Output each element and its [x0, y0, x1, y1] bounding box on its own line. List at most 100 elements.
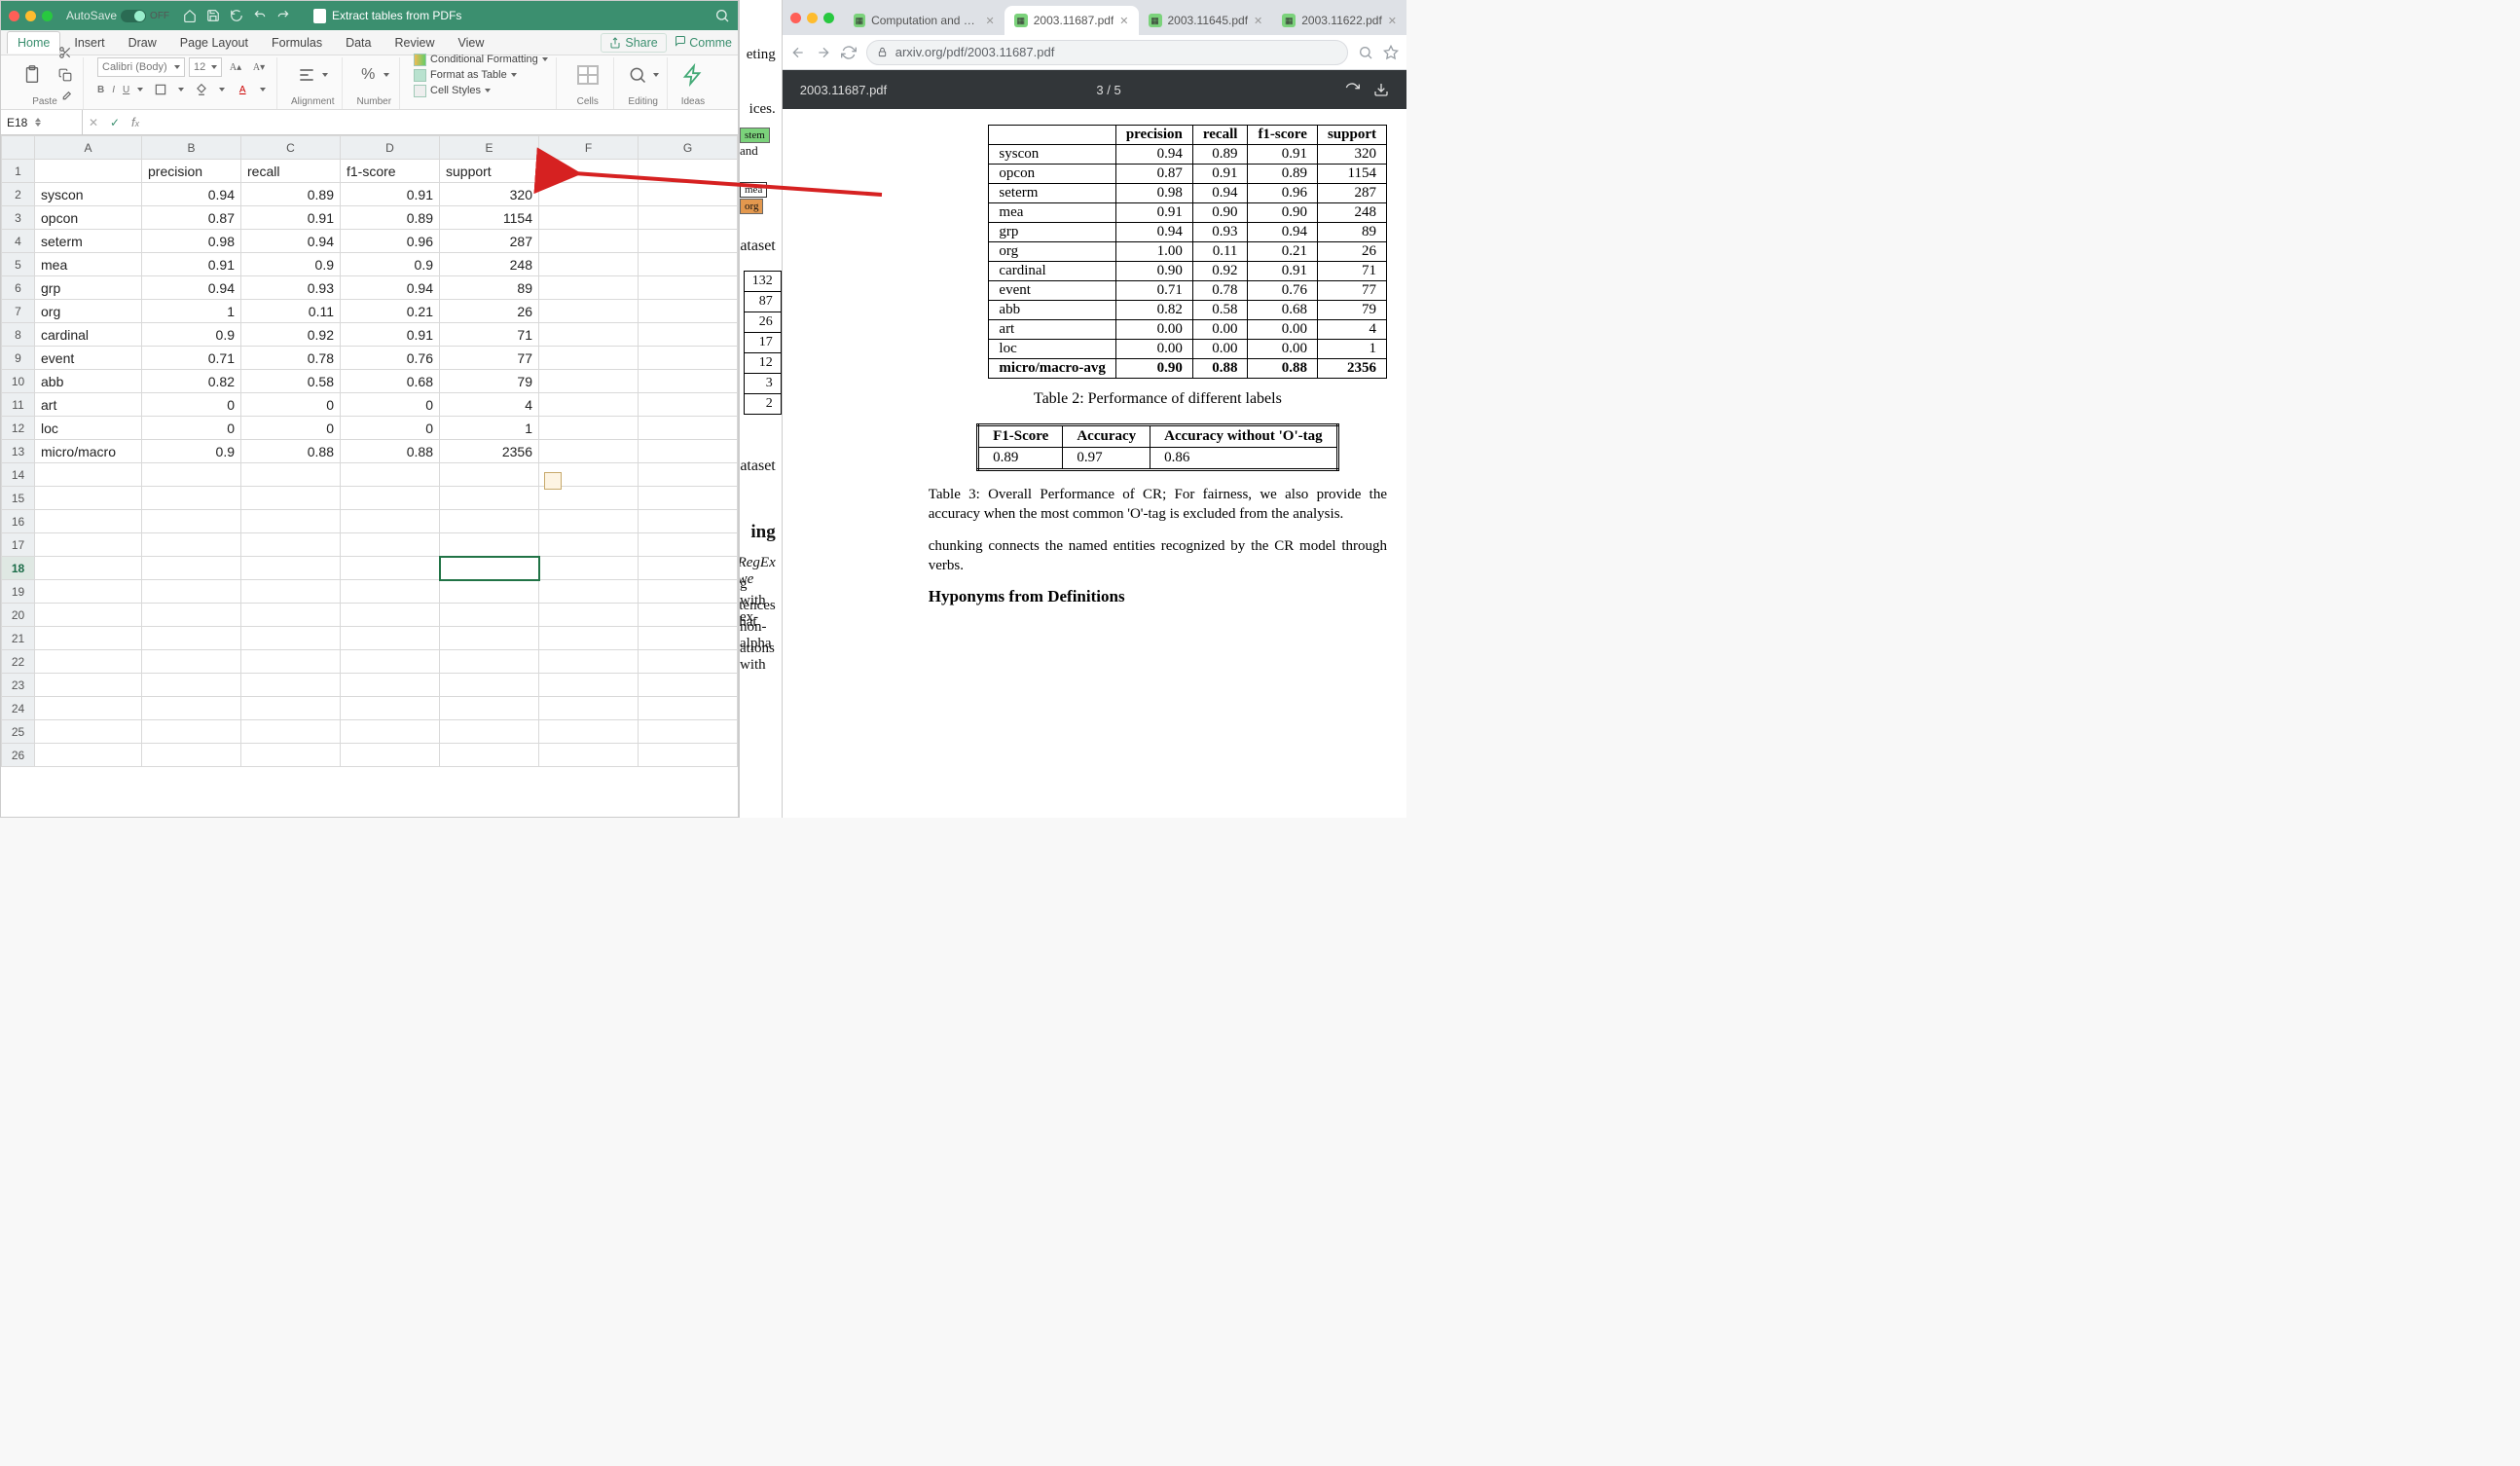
home-icon[interactable]: [183, 9, 197, 22]
cell[interactable]: [341, 510, 440, 533]
cell[interactable]: [142, 510, 241, 533]
row-header[interactable]: 16: [2, 510, 35, 533]
name-box[interactable]: E18: [1, 110, 83, 134]
cell[interactable]: [639, 206, 738, 230]
reload-icon[interactable]: [841, 45, 857, 60]
formula-input[interactable]: [145, 110, 738, 134]
row-header[interactable]: 15: [2, 487, 35, 510]
cell[interactable]: [142, 557, 241, 580]
row-header[interactable]: 21: [2, 627, 35, 650]
cell[interactable]: [341, 580, 440, 604]
cell[interactable]: [35, 580, 142, 604]
minimize-window-icon[interactable]: [807, 13, 818, 23]
tab-review[interactable]: Review: [384, 32, 444, 54]
cell[interactable]: [639, 487, 738, 510]
find-icon[interactable]: [628, 65, 647, 85]
column-header[interactable]: E: [440, 136, 539, 160]
cell[interactable]: [35, 697, 142, 720]
cell[interactable]: [440, 463, 539, 487]
cell[interactable]: [639, 720, 738, 744]
cell[interactable]: 1154: [440, 206, 539, 230]
cell[interactable]: [539, 510, 639, 533]
row-header[interactable]: 25: [2, 720, 35, 744]
cell[interactable]: [539, 487, 639, 510]
cell[interactable]: [142, 463, 241, 487]
cell[interactable]: recall: [241, 160, 341, 183]
cell[interactable]: [440, 604, 539, 627]
cell[interactable]: [639, 744, 738, 767]
cell[interactable]: 248: [440, 253, 539, 276]
cell[interactable]: 0.92: [241, 323, 341, 347]
tab-draw[interactable]: Draw: [119, 32, 166, 54]
underline-button[interactable]: U: [123, 85, 129, 95]
cell[interactable]: [639, 300, 738, 323]
cell[interactable]: 0.91: [341, 183, 440, 206]
cell[interactable]: [539, 323, 639, 347]
cell[interactable]: [539, 697, 639, 720]
cell[interactable]: [341, 487, 440, 510]
cell[interactable]: [241, 720, 341, 744]
cell[interactable]: [539, 300, 639, 323]
browser-tab[interactable]: ▦ 2003.11622.pdf ✕: [1272, 6, 1406, 35]
cell[interactable]: [241, 580, 341, 604]
download-icon[interactable]: [1373, 82, 1389, 97]
cell[interactable]: [341, 557, 440, 580]
cell[interactable]: seterm: [35, 230, 142, 253]
cell[interactable]: 0.89: [341, 206, 440, 230]
row-header[interactable]: 26: [2, 744, 35, 767]
cell[interactable]: [639, 276, 738, 300]
cell[interactable]: [539, 557, 639, 580]
cell[interactable]: [341, 720, 440, 744]
row-header[interactable]: 17: [2, 533, 35, 557]
spreadsheet-grid[interactable]: ABCDEFG1precisionrecallf1-scoresupport2s…: [1, 135, 738, 817]
cell[interactable]: [142, 580, 241, 604]
cell[interactable]: 0.94: [142, 183, 241, 206]
cell[interactable]: 0: [241, 393, 341, 417]
cell[interactable]: [539, 744, 639, 767]
font-size-select[interactable]: 12: [189, 57, 222, 77]
increase-font-icon[interactable]: A▴: [226, 57, 245, 77]
cell[interactable]: 71: [440, 323, 539, 347]
column-header[interactable]: B: [142, 136, 241, 160]
cell[interactable]: [639, 417, 738, 440]
cell[interactable]: [35, 650, 142, 674]
row-header[interactable]: 6: [2, 276, 35, 300]
zoom-icon[interactable]: [1358, 45, 1373, 60]
cell[interactable]: [539, 230, 639, 253]
cell[interactable]: loc: [35, 417, 142, 440]
maximize-window-icon[interactable]: [823, 13, 834, 23]
cell[interactable]: 0.71: [142, 347, 241, 370]
rotate-icon[interactable]: [1344, 82, 1360, 97]
cell[interactable]: 0.9: [341, 253, 440, 276]
cell[interactable]: [142, 720, 241, 744]
cell[interactable]: 1: [440, 417, 539, 440]
cell[interactable]: [639, 440, 738, 463]
cell[interactable]: [35, 160, 142, 183]
close-window-icon[interactable]: [9, 11, 19, 21]
search-icon[interactable]: [714, 8, 730, 23]
cell[interactable]: 2356: [440, 440, 539, 463]
pdf-viewport[interactable]: precisionrecallf1-scoresupportsyscon0.94…: [783, 109, 1406, 818]
column-header[interactable]: C: [241, 136, 341, 160]
cell[interactable]: [639, 674, 738, 697]
cell[interactable]: [241, 627, 341, 650]
cell[interactable]: 0.88: [241, 440, 341, 463]
cell[interactable]: [35, 720, 142, 744]
row-header[interactable]: 11: [2, 393, 35, 417]
browser-tab[interactable]: ▦ Computation and Lan… ✕: [844, 6, 1004, 35]
cell[interactable]: [35, 557, 142, 580]
cell[interactable]: 0.68: [341, 370, 440, 393]
cell[interactable]: [539, 276, 639, 300]
close-tab-icon[interactable]: ✕: [1254, 15, 1262, 27]
minimize-window-icon[interactable]: [25, 11, 36, 21]
cell[interactable]: [639, 370, 738, 393]
cell[interactable]: [639, 183, 738, 206]
cell[interactable]: [539, 417, 639, 440]
cell[interactable]: [241, 697, 341, 720]
cell[interactable]: 0: [241, 417, 341, 440]
cell[interactable]: cardinal: [35, 323, 142, 347]
close-tab-icon[interactable]: ✕: [1119, 15, 1128, 27]
cell[interactable]: [341, 627, 440, 650]
browser-tab[interactable]: ▦ 2003.11687.pdf ✕: [1004, 6, 1139, 35]
fx-icon[interactable]: fx: [131, 115, 139, 129]
